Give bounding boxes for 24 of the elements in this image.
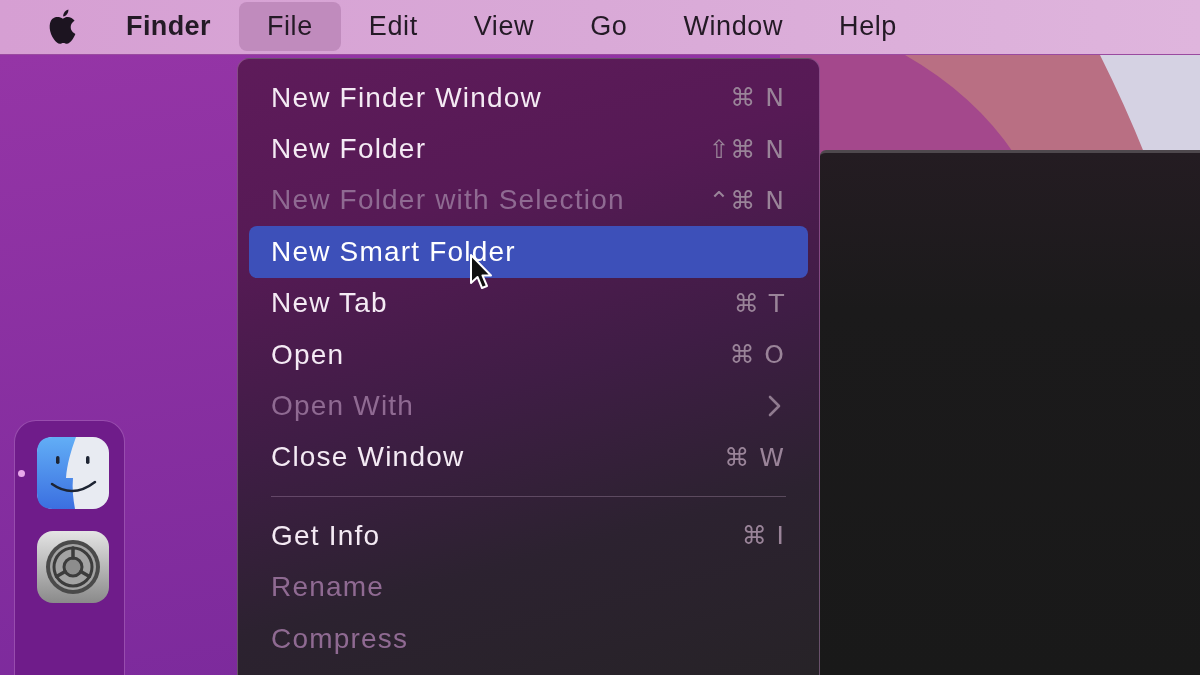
- menu-item[interactable]: Get Info ⌘ I: [249, 510, 808, 562]
- chevron-right-icon: [768, 395, 781, 418]
- menu-item[interactable]: New Smart Folder: [249, 226, 808, 278]
- menu-item[interactable]: New Folder ⇧⌘ N: [249, 123, 808, 175]
- app-menu[interactable]: Finder: [98, 2, 239, 51]
- keyboard-shortcut: ⌘ W: [724, 442, 785, 472]
- menu-item[interactable]: New Finder Window ⌘ N: [249, 72, 808, 124]
- keyboard-shortcut: ⇧⌘ N: [708, 134, 785, 164]
- keyboard-shortcut: ⌘ T: [733, 288, 785, 318]
- menu-item[interactable]: Close Window ⌘ W: [249, 431, 808, 484]
- menu-bar-item[interactable]: Window: [655, 2, 812, 51]
- menu-item[interactable]: New Tab ⌘ T: [249, 277, 808, 329]
- keyboard-shortcut: ⌃⌘ N: [708, 185, 785, 215]
- settings-icon[interactable]: [37, 531, 109, 603]
- keyboard-shortcut: ⌘ N: [730, 83, 785, 113]
- keyboard-shortcut: ⌘ I: [741, 521, 785, 551]
- menu-bar-item[interactable]: Go: [562, 2, 656, 51]
- menu-bar-item[interactable]: Help: [811, 2, 925, 51]
- menu-bar-item[interactable]: View: [445, 2, 563, 51]
- menu-bar-item[interactable]: File: [238, 2, 341, 51]
- menu-bar-item[interactable]: Edit: [340, 2, 446, 51]
- keyboard-shortcut: ⌘ O: [729, 340, 785, 370]
- menu-item[interactable]: Open ⌘ O: [249, 328, 808, 381]
- smiling-face-icon[interactable]: [37, 437, 109, 509]
